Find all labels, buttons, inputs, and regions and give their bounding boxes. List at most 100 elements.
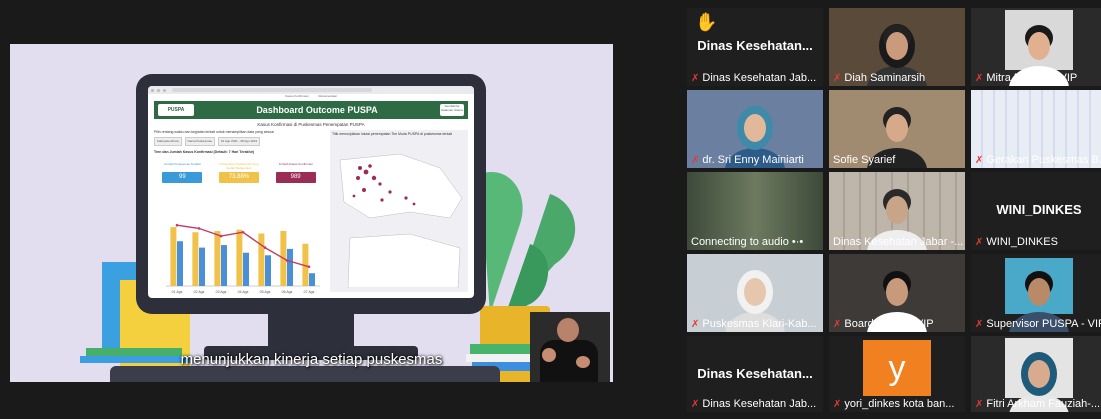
browser-bar — [148, 86, 474, 94]
series-point — [285, 259, 289, 262]
mic-muted-icon: ✗ — [975, 154, 984, 166]
dashboard-header: PUSPA Dashboard Outcome PUSPA Kembali ke… — [154, 101, 468, 119]
participant-name: Board CISDI - VIP — [844, 318, 934, 330]
participant-tile[interactable]: ✗ Mitra PUSPA - VIP — [971, 8, 1101, 86]
bar — [192, 232, 199, 286]
kpi-card: Jumlah Puskesmas Terdata 99 — [162, 162, 203, 183]
bar — [199, 247, 205, 286]
mic-muted-icon: ✗ — [975, 318, 984, 330]
home-button: Kembali ke Halaman Utama — [439, 104, 464, 116]
participant-name: Connecting to audio •·• — [691, 236, 804, 248]
participant-name-label: ✗ Puskesmas Klari-Kab... — [691, 318, 817, 330]
bar — [265, 255, 271, 286]
participant-name-label: ✗ Fitri Arkham Fauziah-... — [975, 398, 1100, 410]
series-point — [307, 265, 311, 269]
participant-display-name: Dinas Kesehatan... — [697, 366, 813, 381]
participant-tile[interactable]: Sofie Syarief — [829, 90, 965, 168]
mic-muted-icon: ✗ — [975, 236, 984, 248]
participant-name-label: ✗ WINI_DINKES — [975, 236, 1058, 248]
participant-tile[interactable]: Dinas Kesehatan... ✗ Dinas Kesehatan Jab..… — [687, 336, 823, 412]
participant-name-label: ✗ dr. Sri Enny Mainiarti — [691, 154, 804, 166]
participant-name: Mitra PUSPA - VIP — [986, 72, 1078, 84]
mic-muted-icon: ✗ — [691, 318, 700, 330]
filter-hint: Pilih rentang waktu dan kegiatan terkait… — [154, 130, 274, 134]
participant-name-label: ✗ Dinas Kesehatan Jab... — [691, 72, 816, 84]
participant-tile[interactable]: WINI_DINKES ✗ WINI_DINKES — [971, 172, 1101, 250]
participant-name: Puskesmas Klari-Kab... — [702, 318, 817, 330]
participant-tile[interactable]: ✋ Dinas Kesehatan... ✗ Dinas Kesehatan Jab.… — [687, 8, 823, 86]
kpi-label: Jumlah Kasus Konfirmasi — [278, 162, 313, 166]
bar — [287, 248, 293, 286]
x-tick-label: 01 Ags — [172, 290, 183, 294]
bar — [258, 233, 265, 286]
dashboard-tab: Kasus Konfirmasi — [285, 94, 309, 98]
bar — [214, 230, 221, 286]
participant-tile[interactable]: Dinas Kesehatan Jabar -... — [829, 172, 965, 250]
map — [339, 153, 463, 289]
participant-tile[interactable]: ✗ dr. Sri Enny Mainiarti — [687, 90, 823, 168]
bar — [170, 227, 177, 286]
participant-tile[interactable]: Connecting to audio •·• — [687, 172, 823, 250]
monitor-screen: Kasus Konfirmasi Rekomendasi PUSPA Dashb… — [148, 86, 474, 298]
participant-tile[interactable]: ✗ Supervisor PUSPA - VIP — [971, 254, 1101, 332]
participant-tile[interactable]: ✗ Board CISDI - VIP — [829, 254, 965, 332]
mic-muted-icon: ✗ — [691, 154, 700, 166]
kpi-label: Jumlah Puskesmas Terdata — [163, 162, 201, 166]
trend-chart: 01 Ags 02 Ags 03 Ags 04 Ags 05 Ags 06 Ags 07 A… — [154, 218, 324, 296]
bar — [236, 229, 243, 286]
x-tick-label: 05 Ags — [260, 290, 271, 294]
sign-language-interpreter — [530, 312, 610, 382]
participant-name: Dinas Kesehatan Jab... — [702, 398, 817, 410]
participant-name-label: Dinas Kesehatan Jabar -... — [833, 236, 963, 248]
kpi-value: 73.88% — [218, 172, 259, 183]
participant-display-name: Dinas Kesehatan... — [697, 38, 813, 53]
map-hint: Titik menunjukkan lokasi penempatan Tim … — [332, 132, 453, 136]
trend-title: Tren dan Jumlah Kasus Konfirmasi (Defaul… — [154, 150, 255, 154]
x-tick-label: 04 Ags — [238, 290, 249, 294]
participant-name-label: ✗ Gerakan Puskesmas B... — [975, 154, 1101, 166]
mic-muted-icon: ✗ — [691, 398, 700, 410]
participant-name-label: ✗ Board CISDI - VIP — [833, 318, 934, 330]
subtitle-caption: menunjukkan kinerja setiap puskesmas — [180, 351, 443, 368]
participant-name-label: ✗ Dinas Kesehatan Jab... — [691, 398, 816, 410]
dashboard-left-panel: Pilih rentang waktu dan kegiatan terkait… — [154, 130, 324, 296]
series-point — [263, 246, 267, 249]
kpi-value: 99 — [162, 172, 203, 183]
participant-name: Sofie Syarief — [833, 154, 896, 166]
participant-name: WINI_DINKES — [986, 236, 1058, 248]
dashboard-tab: Rekomendasi — [318, 94, 337, 98]
filter-date: 01 Agu 2021 - 08 Agu 2021 — [217, 137, 261, 146]
participant-tile[interactable]: ✗ Diah Saminarsih — [829, 8, 965, 86]
series-point — [241, 230, 245, 234]
series-point — [175, 223, 179, 227]
participant-name: Dinas Kesehatan Jab... — [702, 72, 817, 84]
kpi-label: Persentase Puskesmas Yang Sudah Melapork… — [219, 162, 259, 170]
participant-name-label: Sofie Syarief — [833, 154, 895, 166]
participant-name: Dinas Kesehatan Jabar -... — [833, 236, 964, 248]
raised-hand-icon: ✋ — [695, 12, 718, 32]
participant-name-label: ✗ yori_dinkes kota ban... — [833, 398, 954, 410]
avatar: y — [863, 340, 931, 396]
puspa-logo: PUSPA — [158, 104, 194, 116]
participant-name: Diah Saminarsih — [844, 72, 926, 84]
trend-chart-svg: 01 Ags 02 Ags 03 Ags 04 Ags 05 Ags 06 Ags 07 A… — [166, 223, 320, 294]
series-point — [197, 227, 201, 230]
participant-tile[interactable]: y ✗ yori_dinkes kota ban... — [829, 336, 965, 412]
mic-muted-icon: ✗ — [975, 72, 984, 84]
participant-tile[interactable]: ✗ Gerakan Puskesmas B... — [971, 90, 1101, 168]
participant-tile[interactable]: ✗ Puskesmas Klari-Kab... — [687, 254, 823, 332]
bar — [177, 241, 183, 286]
participant-tile[interactable]: ✗ Fitri Arkham Fauziah-... — [971, 336, 1101, 412]
shared-screen: Kasus Konfirmasi Rekomendasi PUSPA Dashb… — [10, 44, 613, 382]
kpi-value: 989 — [275, 172, 316, 183]
participant-display-name: WINI_DINKES — [996, 202, 1082, 217]
mic-muted-icon: ✗ — [833, 398, 842, 410]
participant-name: Fitri Arkham Fauziah-... — [986, 398, 1101, 410]
mic-muted-icon: ✗ — [833, 318, 842, 330]
map-panel: Titik menunjukkan lokasi penempatan Tim … — [330, 130, 468, 292]
mic-muted-icon: ✗ — [833, 72, 842, 84]
kpi-card: Persentase Puskesmas Yang Sudah Melapork… — [218, 162, 259, 183]
mic-muted-icon: ✗ — [691, 72, 700, 84]
dashboard-title: Dashboard Outcome PUSPA — [256, 105, 378, 115]
filter-puskesmas: Nama Puskesmas — [184, 137, 215, 146]
